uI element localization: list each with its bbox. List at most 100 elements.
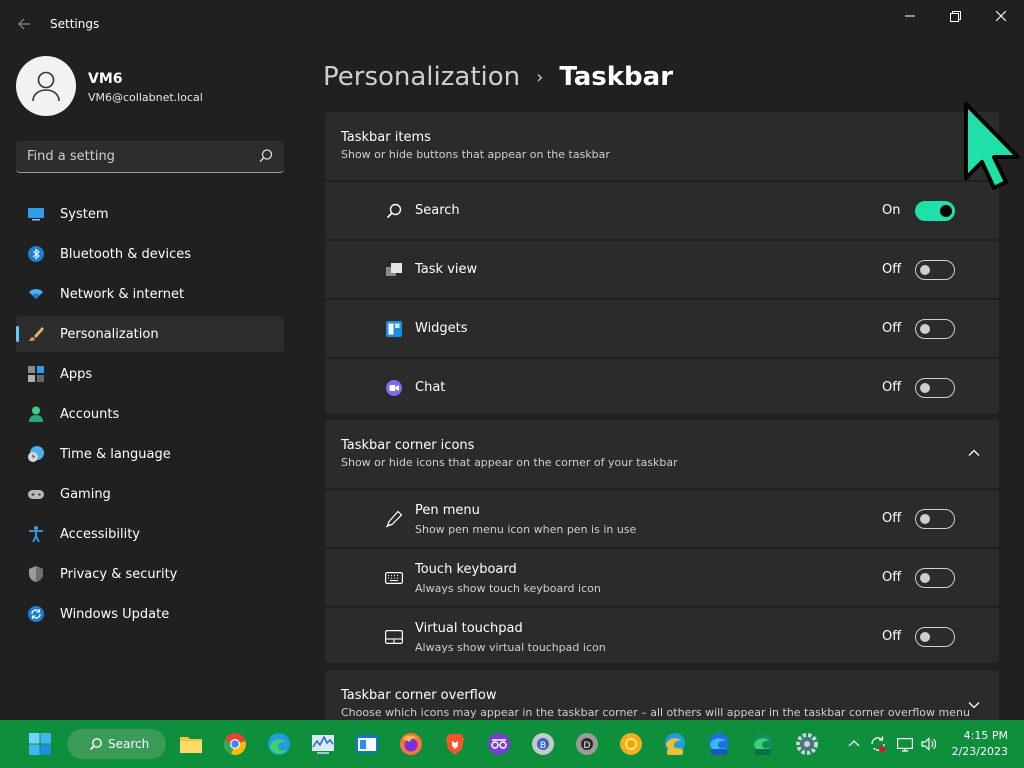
- sync-icon[interactable]: [869, 735, 887, 753]
- minimize-icon[interactable]: [887, 0, 933, 32]
- pen-icon: [385, 510, 403, 528]
- close-icon[interactable]: [978, 0, 1024, 32]
- setting-row-widgets: Widgets Off: [325, 298, 999, 357]
- keyboard-icon: [385, 571, 403, 585]
- task-view-toggle[interactable]: [915, 260, 955, 280]
- setting-description: Show pen menu icon when pen is in use: [415, 523, 637, 536]
- breadcrumb-parent-link[interactable]: Personalization: [323, 62, 520, 92]
- touch-keyboard-toggle[interactable]: [915, 568, 955, 588]
- toggle-knob: [920, 265, 930, 275]
- sidebar-item-privacy[interactable]: Privacy & security: [16, 556, 284, 592]
- search-input[interactable]: [16, 141, 246, 171]
- user-email: VM6@collabnet.local: [88, 91, 203, 104]
- edge-dev-icon[interactable]: [751, 732, 775, 756]
- setting-label: Chat: [415, 380, 446, 395]
- toggle-state-text: Off: [882, 380, 902, 395]
- taskbar-items-header[interactable]: Taskbar items Show or hide buttons that …: [325, 112, 999, 180]
- chrome-beta-icon[interactable]: B: [531, 732, 555, 756]
- file-explorer-icon[interactable]: [179, 732, 203, 756]
- accessibility-icon: [29, 526, 43, 542]
- taskbar-clock[interactable]: 4:15 PM 2/23/2023: [952, 728, 1008, 760]
- sidebar-item-bluetooth[interactable]: Bluetooth & devices: [16, 236, 284, 272]
- incognito-icon[interactable]: [487, 732, 511, 756]
- taskbar-corner-icons-header[interactable]: Taskbar corner icons Show or hide icons …: [325, 420, 999, 488]
- sidebar-item-system[interactable]: System: [16, 196, 284, 232]
- sidebar-item-personalization[interactable]: Personalization: [16, 316, 284, 352]
- network-icon[interactable]: [896, 735, 914, 753]
- brave-icon[interactable]: [443, 732, 467, 756]
- sidebar-item-label: Privacy & security: [60, 566, 178, 582]
- sidebar-item-apps[interactable]: Apps: [16, 356, 284, 392]
- sidebar-item-label: Network & internet: [60, 286, 185, 302]
- back-arrow-icon[interactable]: [12, 12, 36, 36]
- settings-search-box[interactable]: [16, 141, 284, 173]
- setting-row-virtual-touchpad: Virtual touchpad Always show virtual tou…: [325, 606, 999, 665]
- sidebar-item-label: Time & language: [60, 446, 171, 462]
- sidebar-item-label: Bluetooth & devices: [60, 246, 191, 262]
- chrome-canary-icon[interactable]: [619, 732, 643, 756]
- virtual-touchpad-toggle[interactable]: [915, 627, 955, 647]
- sidebar-item-label: Personalization: [60, 326, 159, 342]
- chevron-up-icon[interactable]: [967, 446, 981, 460]
- sidebar-item-label: Windows Update: [60, 606, 170, 622]
- pen-menu-toggle[interactable]: [915, 509, 955, 529]
- taskbar-items-section: Taskbar items Show or hide buttons that …: [325, 112, 999, 414]
- widgets-icon: [386, 321, 402, 337]
- avatar[interactable]: [16, 56, 76, 116]
- person-icon: [32, 71, 60, 102]
- toggle-state-text: Off: [882, 511, 902, 526]
- chrome-icon[interactable]: [223, 732, 247, 756]
- toggle-knob: [920, 573, 930, 583]
- chevron-right-icon: ›: [536, 66, 544, 88]
- chat-toggle[interactable]: [915, 378, 955, 398]
- widgets-toggle[interactable]: [915, 319, 955, 339]
- sidebar-item-label: Accounts: [60, 406, 120, 422]
- task-view-icon: [386, 263, 402, 276]
- setting-row-touch-keyboard: Touch keyboard Always show touch keyboar…: [325, 547, 999, 606]
- edge-canary-icon[interactable]: [663, 732, 687, 756]
- performance-monitor-icon[interactable]: [311, 732, 335, 756]
- restore-icon[interactable]: [932, 0, 978, 32]
- toggle-knob: [920, 632, 930, 642]
- chevron-down-icon[interactable]: [967, 698, 981, 712]
- search-toggle[interactable]: [915, 201, 955, 221]
- user-profile[interactable]: VM6 VM6@collabnet.local: [16, 56, 284, 120]
- section-title: Taskbar items: [341, 130, 431, 145]
- section-subtitle: Show or hide buttons that appear on the …: [341, 148, 610, 161]
- volume-icon[interactable]: [920, 735, 938, 753]
- toggle-state-text: On: [882, 203, 901, 218]
- edge-beta-icon[interactable]: [707, 732, 731, 756]
- setting-description: Always show touch keyboard icon: [415, 582, 601, 595]
- sidebar-item-network[interactable]: Network & internet: [16, 276, 284, 312]
- sidebar-item-windows-update[interactable]: Windows Update: [16, 596, 284, 632]
- touchpad-icon: [385, 629, 403, 645]
- setting-label: Virtual touchpad: [415, 621, 523, 636]
- firefox-icon[interactable]: [399, 732, 423, 756]
- settings-icon[interactable]: [795, 732, 819, 756]
- chrome-dev-icon[interactable]: D: [575, 732, 599, 756]
- toggle-knob: [920, 324, 930, 334]
- chevron-up-icon[interactable]: [845, 735, 863, 753]
- setting-label: Search: [415, 203, 460, 218]
- taskbar-corner-icons-section: Taskbar corner icons Show or hide icons …: [325, 420, 999, 663]
- toggle-knob: [920, 514, 930, 524]
- search-icon: [386, 203, 402, 219]
- search-icon[interactable]: [258, 148, 274, 164]
- sidebar-item-accessibility[interactable]: Accessibility: [16, 516, 284, 552]
- apps-icon: [28, 366, 44, 382]
- sidebar-item-accounts[interactable]: Accounts: [16, 396, 284, 432]
- edge-icon[interactable]: [267, 732, 291, 756]
- setting-row-search: Search On: [325, 180, 999, 239]
- sidebar-item-time-language[interactable]: Time & language: [16, 436, 284, 472]
- taskbar-search-button[interactable]: Search: [67, 729, 166, 759]
- sidebar-item-gaming[interactable]: Gaming: [16, 476, 284, 512]
- sidebar-item-label: Gaming: [60, 486, 111, 502]
- search-icon: [89, 738, 102, 751]
- section-subtitle: Choose which icons may appear in the tas…: [341, 706, 970, 719]
- windows-start-icon[interactable]: [28, 732, 52, 756]
- section-title: Taskbar corner icons: [341, 438, 475, 453]
- app-window-icon[interactable]: [355, 732, 379, 756]
- taskbar-corner-overflow-section[interactable]: Taskbar corner overflow Choose which ico…: [325, 670, 999, 720]
- setting-row-pen-menu: Pen menu Show pen menu icon when pen is …: [325, 488, 999, 547]
- bluetooth-icon: [28, 246, 44, 262]
